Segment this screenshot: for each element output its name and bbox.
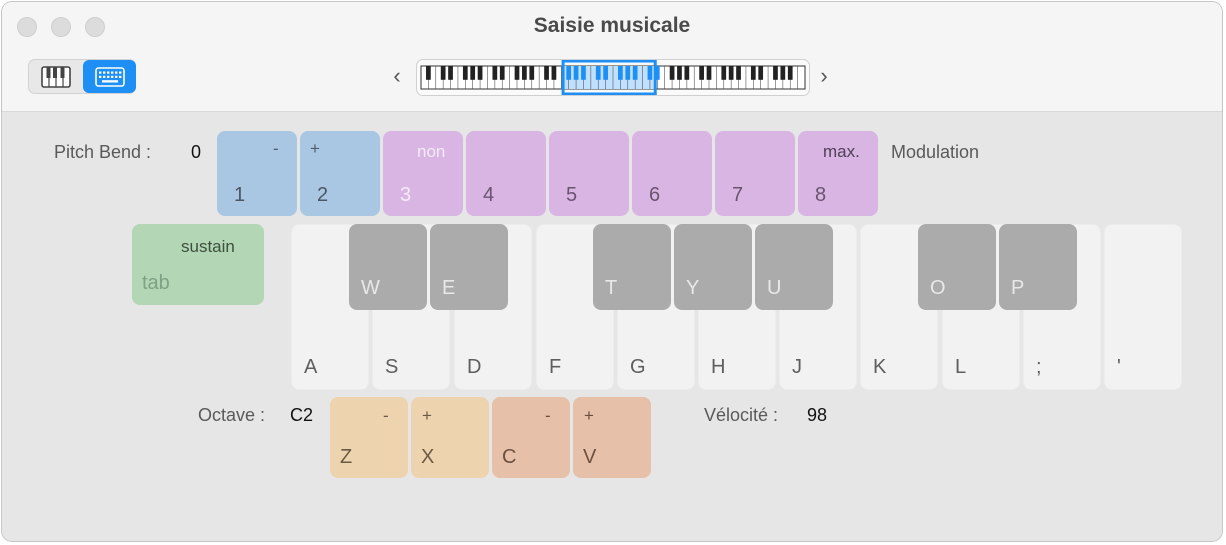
window-title: Saisie musicale [533,14,691,37]
black-key-label: P [1011,277,1025,299]
modulation-max-text: max. [823,142,860,161]
octave-up-sign: + [422,406,432,425]
modulation-level-key[interactable]: 5 [549,131,629,216]
octave-up-key[interactable]: + X [411,397,489,478]
white-piano-key[interactable]: ' [1104,224,1182,390]
piano-view-button[interactable] [29,60,82,93]
modulation-max-key[interactable]: max. 8 [798,131,878,216]
velocity-down-sign: - [545,406,551,425]
pitch-bend-down-key[interactable]: - 1 [217,131,297,216]
velocity-label: Vélocité : [704,405,779,425]
view-mode-segmented-control [28,59,136,94]
black-piano-key[interactable]: P [999,224,1077,310]
octave-label: Octave : [198,405,266,425]
white-key-label: D [467,356,482,378]
octave-down-key[interactable]: - Z [330,397,408,478]
white-key-label: K [873,356,887,378]
black-piano-key[interactable]: T [593,224,671,310]
velocity-up-sign: + [584,406,594,425]
modulation-keycap: 4 [483,184,495,206]
velocity-down-keycap: C [502,446,517,468]
mini-keyboard-overview [420,60,806,95]
black-key-label: T [605,277,618,299]
pitch-bend-value: 0 [191,142,202,162]
pitch-bend-up-key[interactable]: + 2 [300,131,380,216]
white-key-label: A [304,356,318,378]
black-key-label: U [767,277,782,299]
modulation-keycap: 6 [649,184,661,206]
white-key-label: L [955,356,967,378]
velocity-up-key[interactable]: + V [573,397,651,478]
sustain-text: sustain [181,237,235,256]
white-key-label: J [792,356,802,378]
white-key-label: G [630,356,646,378]
velocity-up-keycap: V [583,446,597,468]
modulation-off-keycap: 3 [400,184,412,206]
white-key-label: ; [1036,356,1042,378]
sustain-keycap: tab [142,272,170,294]
pitch-bend-up-keycap: 2 [317,184,329,206]
modulation-level-key[interactable]: 6 [632,131,712,216]
modulation-label: Modulation [891,142,980,162]
octave-value: C2 [290,405,314,425]
octave-up-keycap: X [421,446,435,468]
modulation-level-key[interactable]: 7 [715,131,795,216]
white-key-label: ' [1117,356,1121,378]
black-key-label: W [361,277,380,299]
velocity-down-key[interactable]: - C [492,397,570,478]
previous-octave-button[interactable]: ‹ [388,62,406,90]
velocity-value: 98 [807,405,828,425]
black-key-label: E [442,277,456,299]
black-piano-key[interactable]: O [918,224,996,310]
title-bar: Saisie musicale ‹ › [2,2,1222,112]
modulation-off-key[interactable]: non 3 [383,131,463,216]
black-piano-key[interactable]: Y [674,224,752,310]
keyboard-view-button[interactable] [83,60,136,93]
modulation-off-text: non [417,142,446,161]
white-key-label: F [549,356,562,378]
computer-keyboard-icon [94,66,125,87]
white-key-label: S [385,356,399,378]
modulation-keycap: 5 [566,184,578,206]
octave-down-sign: - [383,406,389,425]
octave-down-keycap: Z [340,446,353,468]
modulation-level-key[interactable]: 4 [466,131,546,216]
keyboard-range-selector[interactable] [416,59,810,96]
pitch-bend-down-sign: - [273,139,279,158]
black-key-label: Y [686,277,700,299]
black-piano-key[interactable]: U [755,224,833,310]
piano-keys-icon [40,65,71,88]
musical-typing-window: Saisie musicale ‹ › Pitch Bend: 0 - 1 +… [1,1,1223,542]
next-octave-button[interactable]: › [815,62,833,90]
modulation-max-keycap: 8 [815,184,827,206]
pitch-bend-down-keycap: 1 [234,184,246,206]
pitch-bend-label: Pitch Bend : [54,142,152,162]
black-piano-key[interactable]: E [430,224,508,310]
modulation-keycap: 7 [732,184,744,206]
pitch-bend-up-sign: + [310,139,320,158]
black-piano-key[interactable]: W [349,224,427,310]
black-key-label: O [930,277,946,299]
white-key-label: H [711,356,726,378]
sustain-key[interactable]: sustain tab [132,224,264,305]
